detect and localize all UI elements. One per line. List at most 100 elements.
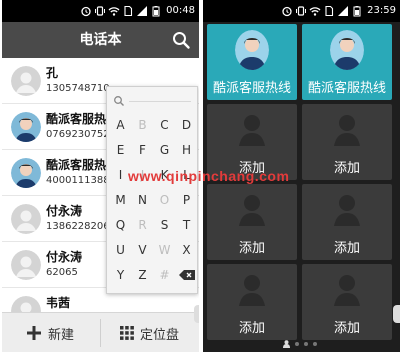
agent-avatar-icon bbox=[330, 30, 364, 70]
battery-icon bbox=[353, 6, 361, 17]
backspace-icon[interactable] bbox=[179, 270, 195, 280]
index-letter-z[interactable]: Z bbox=[131, 264, 154, 286]
agent-avatar-icon bbox=[11, 112, 41, 142]
contact-number: 62065 bbox=[46, 267, 78, 278]
tile-label: 添加 bbox=[238, 321, 265, 336]
contact-number: 1305748710 bbox=[46, 83, 110, 94]
sim-icon bbox=[124, 5, 133, 17]
search-icon[interactable] bbox=[113, 95, 125, 107]
index-letter-m[interactable]: M bbox=[109, 189, 132, 211]
index-letter-x[interactable]: X bbox=[175, 239, 198, 261]
contact-name: 孔 bbox=[46, 66, 59, 80]
contact-name: 韦茜 bbox=[46, 296, 71, 310]
signal-icon bbox=[338, 6, 349, 16]
index-letter-d[interactable]: D bbox=[175, 114, 198, 136]
sim-icon bbox=[325, 5, 334, 17]
side-drawer-handle[interactable] bbox=[194, 305, 199, 323]
tile-label: 添加 bbox=[333, 321, 360, 336]
page-title: 电话本 bbox=[79, 32, 122, 48]
default-avatar-icon bbox=[11, 250, 41, 280]
index-letter-q[interactable]: Q bbox=[109, 214, 132, 236]
index-letter-p[interactable]: P bbox=[175, 189, 198, 211]
index-letter-r[interactable]: R bbox=[131, 214, 154, 236]
vibrate-icon bbox=[296, 6, 307, 16]
alarm-icon bbox=[282, 6, 292, 17]
index-letter-s[interactable]: S bbox=[153, 214, 176, 236]
index-letter-b[interactable]: B bbox=[131, 114, 154, 136]
person-placeholder-icon bbox=[334, 195, 360, 226]
index-letter-g[interactable]: G bbox=[153, 139, 176, 161]
bottom-toolbar: 新建 定位盘 bbox=[2, 312, 199, 352]
index-letter-o[interactable]: O bbox=[153, 189, 176, 211]
contact-number: 0769230752 bbox=[46, 129, 110, 140]
contact-name: 付永涛 bbox=[46, 204, 83, 218]
page-dot bbox=[304, 342, 308, 346]
wifi-icon bbox=[108, 7, 120, 16]
vibrate-icon bbox=[95, 6, 106, 16]
status-time: 00:48 bbox=[166, 5, 195, 16]
contact-name: 酷派客服热 bbox=[46, 112, 107, 126]
index-letter-h[interactable]: H bbox=[175, 139, 198, 161]
search-icon[interactable] bbox=[171, 30, 191, 50]
alphabet-index-panel[interactable]: A B C D E F G H I J K L M N O P Q R S T U V W X Y Z # bbox=[106, 86, 198, 294]
contact-number: 4000111388 bbox=[46, 175, 110, 186]
index-letter-t[interactable]: T bbox=[175, 214, 198, 236]
status-bar: 23:59 bbox=[203, 0, 400, 22]
index-letter-e[interactable]: E bbox=[109, 139, 132, 161]
tile-label: 酷派客服热线 bbox=[307, 81, 386, 96]
page-indicator bbox=[283, 340, 317, 348]
side-drawer-handle[interactable] bbox=[393, 305, 400, 323]
watermark-text: www.qinpinchang.com bbox=[128, 168, 290, 184]
status-bar: 00:48 bbox=[2, 0, 199, 22]
add-favorite-tile[interactable]: 添加 bbox=[207, 264, 297, 340]
index-letter-c[interactable]: C bbox=[153, 114, 176, 136]
add-favorite-tile[interactable]: 添加 bbox=[302, 184, 392, 260]
plus-icon bbox=[27, 326, 41, 340]
add-favorite-tile[interactable]: 添加 bbox=[302, 264, 392, 340]
dialpad-icon bbox=[120, 326, 134, 340]
dialpad-label: 定位盘 bbox=[140, 327, 180, 343]
tile-label: 酷派客服热线 bbox=[212, 81, 291, 96]
person-placeholder-icon bbox=[334, 275, 360, 306]
contact-name: 付永涛 bbox=[46, 250, 83, 264]
index-letter-y[interactable]: Y bbox=[109, 264, 132, 286]
person-placeholder-icon bbox=[239, 115, 265, 146]
status-time: 23:59 bbox=[367, 5, 396, 16]
favorite-contact-tile[interactable]: 酷派客服热线 bbox=[207, 24, 297, 100]
battery-icon bbox=[152, 6, 160, 17]
agent-avatar-icon bbox=[11, 158, 41, 188]
title-bar: 电话本 bbox=[2, 22, 199, 58]
default-avatar-icon bbox=[11, 66, 41, 96]
add-favorite-tile[interactable]: 添加 bbox=[302, 104, 392, 180]
contact-number: 1386228206 bbox=[46, 221, 110, 232]
index-letter-n[interactable]: N bbox=[131, 189, 154, 211]
person-page-icon bbox=[283, 340, 290, 348]
divider bbox=[100, 319, 101, 347]
person-placeholder-icon bbox=[334, 115, 360, 146]
signal-icon bbox=[137, 6, 148, 16]
index-letter-hash[interactable]: # bbox=[153, 264, 176, 286]
index-letter-v[interactable]: V bbox=[131, 239, 154, 261]
favorite-contact-tile[interactable]: 酷派客服热线 bbox=[302, 24, 392, 100]
index-letter-a[interactable]: A bbox=[109, 114, 132, 136]
tile-label: 添加 bbox=[238, 241, 265, 256]
divider bbox=[129, 101, 191, 102]
agent-avatar-icon bbox=[235, 30, 269, 70]
contact-name: 酷派客服热 bbox=[46, 158, 107, 172]
index-letter-f[interactable]: F bbox=[131, 139, 154, 161]
index-letter-w[interactable]: W bbox=[153, 239, 176, 261]
new-contact-button[interactable]: 新建 bbox=[26, 313, 74, 352]
person-placeholder-icon bbox=[239, 195, 265, 226]
index-letter-u[interactable]: U bbox=[109, 239, 132, 261]
dialpad-button[interactable]: 定位盘 bbox=[120, 313, 179, 352]
page-dot bbox=[295, 342, 299, 346]
new-contact-label: 新建 bbox=[48, 327, 75, 343]
tile-label: 添加 bbox=[333, 161, 360, 176]
alarm-icon bbox=[81, 6, 91, 17]
add-favorite-tile[interactable]: 添加 bbox=[207, 184, 297, 260]
person-placeholder-icon bbox=[239, 275, 265, 306]
default-avatar-icon bbox=[11, 204, 41, 234]
wifi-icon bbox=[309, 7, 321, 16]
page-dot bbox=[313, 342, 317, 346]
tile-label: 添加 bbox=[333, 241, 360, 256]
